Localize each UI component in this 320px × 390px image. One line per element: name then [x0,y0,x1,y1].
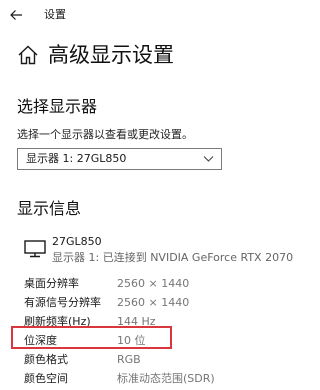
display-info-heading: 显示信息 [17,199,82,218]
display-select-value: 显示器 1: 27GL850 [26,152,127,165]
info-row-color-space: 颜色空间 标准动态范围(SDR) [24,372,299,388]
app-title: 设置 [44,8,66,21]
monitor-connection: 显示器 1: 已连接到 NVIDIA GeForce RTX 2070 [52,251,294,264]
info-row-active-signal-resolution: 有源信号分辨率 2560 × 1440 [24,296,299,312]
info-label: 有源信号分辨率 [24,296,101,309]
chevron-down-icon [203,155,214,163]
title-bar: 设置 [0,0,299,32]
back-button[interactable] [9,8,23,22]
select-display-heading: 选择显示器 [17,97,98,116]
info-value: 2560 × 1440 [117,277,190,290]
display-select-dropdown[interactable]: 显示器 1: 27GL850 [17,148,222,170]
bit-depth-highlight-box [11,326,172,349]
info-row-desktop-resolution: 桌面分辨率 2560 × 1440 [24,277,299,293]
info-value: 2560 × 1440 [117,296,190,309]
home-icon [17,44,39,66]
page-title: 高级显示设置 [48,43,174,67]
info-value: 标准动态范围(SDR) [117,372,215,385]
monitor-name: 27GL850 [52,235,102,248]
info-label: 颜色空间 [24,372,68,385]
back-arrow-icon [10,10,22,20]
select-display-description: 选择一个显示器以查看或更改设置。 [17,128,193,141]
info-value: RGB [117,353,141,366]
monitor-icon [24,240,46,258]
info-label: 桌面分辨率 [24,277,79,290]
info-row-color-format: 颜色格式 RGB [24,353,299,369]
info-label: 颜色格式 [24,353,68,366]
